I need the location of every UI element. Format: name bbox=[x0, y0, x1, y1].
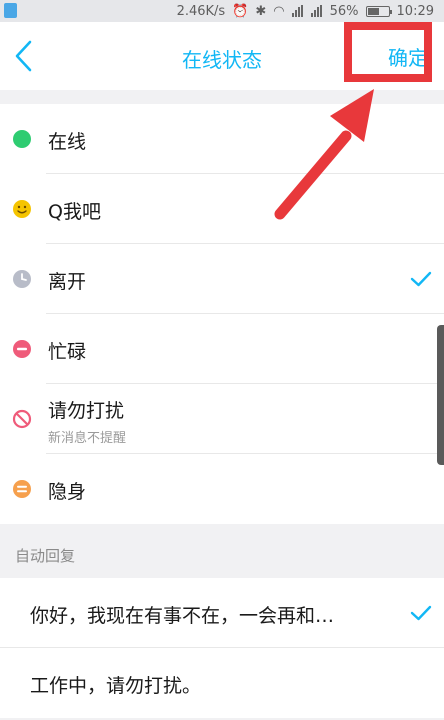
status-label: Q我吧 bbox=[48, 201, 101, 223]
status-item-q-me[interactable]: Q我吧 bbox=[0, 174, 444, 244]
section-header-auto-reply: 自动回复 bbox=[15, 547, 76, 565]
online-dot-icon bbox=[13, 130, 31, 148]
status-item-invisible[interactable]: 隐身 bbox=[0, 454, 444, 524]
auto-reply-list: 你好，我现在有事不在，一会再和… 工作中，请勿打扰。 bbox=[0, 578, 444, 718]
battery-fill bbox=[367, 7, 379, 15]
status-label: 隐身 bbox=[48, 481, 87, 503]
status-item-online[interactable]: 在线 bbox=[0, 104, 444, 174]
status-bar: 2.46K/s ⏰ ✱ ◠ 56% 10:29 bbox=[0, 0, 444, 22]
status-label: 离开 bbox=[48, 271, 87, 293]
status-label: 在线 bbox=[48, 131, 87, 153]
auto-reply-text: 工作中，请勿打扰。 bbox=[30, 675, 202, 697]
clock-time: 10:29 bbox=[396, 3, 434, 19]
checkmark-icon bbox=[410, 605, 432, 621]
do-not-disturb-icon bbox=[12, 409, 32, 429]
wifi-icon: ◠ bbox=[273, 3, 285, 19]
status-label: 忙碌 bbox=[48, 341, 87, 363]
status-item-away[interactable]: 离开 bbox=[0, 244, 444, 314]
signal-icon-2 bbox=[310, 5, 323, 17]
status-item-busy[interactable]: 忙碌 bbox=[0, 314, 444, 384]
battery-percent: 56% bbox=[329, 3, 359, 19]
auto-reply-text: 你好，我现在有事不在，一会再和… bbox=[30, 605, 335, 627]
status-label: 请勿打扰 bbox=[48, 400, 125, 422]
status-list: 在线 Q我吧 离开 忙碌 请勿打扰 新消息不提醒 隐身 bbox=[0, 104, 444, 524]
checkmark-icon bbox=[410, 271, 432, 287]
bluetooth-icon: ✱ bbox=[255, 3, 267, 19]
battery-icon bbox=[365, 5, 392, 17]
invisible-icon bbox=[13, 480, 31, 498]
app-notification-icon bbox=[4, 3, 17, 18]
smile-face-icon bbox=[13, 200, 31, 218]
auto-reply-item[interactable]: 你好，我现在有事不在，一会再和… bbox=[0, 578, 444, 648]
busy-minus-icon bbox=[13, 340, 31, 358]
clock-icon bbox=[13, 270, 31, 288]
status-item-do-not-disturb[interactable]: 请勿打扰 新消息不提醒 bbox=[0, 384, 444, 454]
scroll-handle[interactable] bbox=[437, 325, 444, 465]
status-indicators: 2.46K/s ⏰ ✱ ◠ 56% 10:29 bbox=[177, 3, 434, 19]
highlight-box bbox=[344, 22, 432, 82]
signal-icon bbox=[291, 5, 304, 17]
status-sublabel: 新消息不提醒 bbox=[48, 431, 127, 446]
network-speed: 2.46K/s bbox=[176, 3, 226, 19]
auto-reply-item[interactable]: 工作中，请勿打扰。 bbox=[0, 648, 444, 718]
alarm-icon: ⏰ bbox=[232, 3, 249, 19]
